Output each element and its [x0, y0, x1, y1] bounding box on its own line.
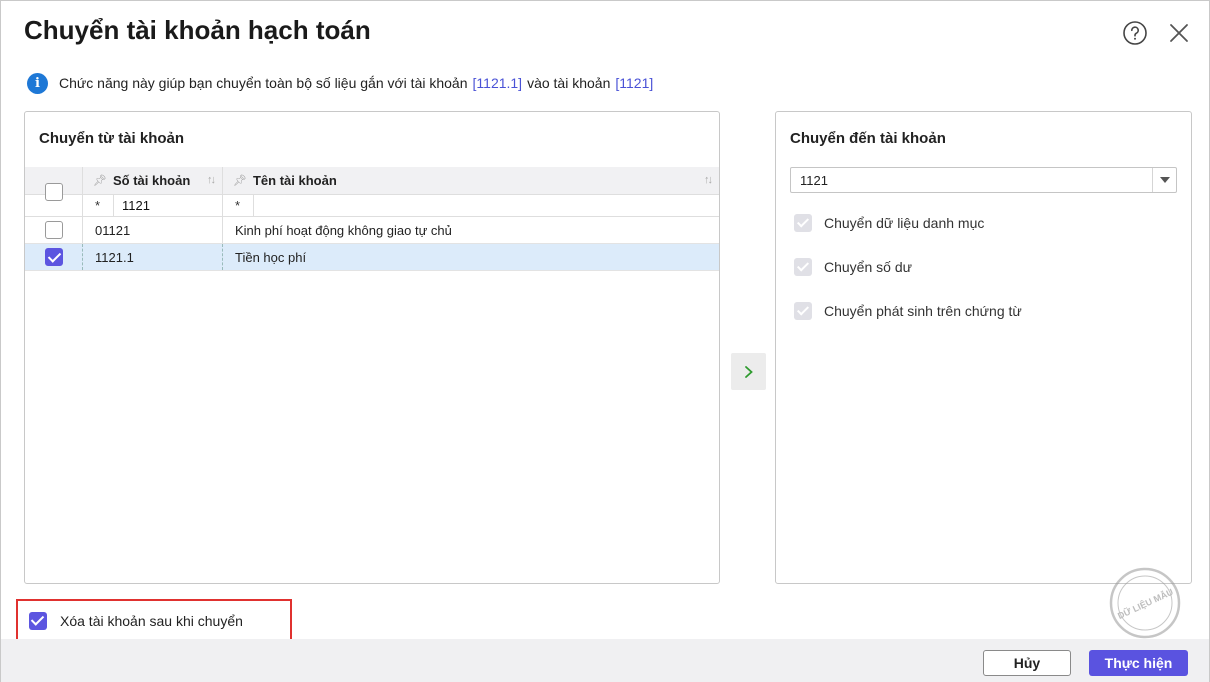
cancel-button[interactable]: Hủy: [983, 650, 1071, 676]
option-transfer-vouchers: Chuyển phát sinh trên chứng từ: [794, 302, 1022, 320]
target-account-select[interactable]: 1121: [790, 167, 1177, 193]
source-panel-title: Chuyển từ tài khoản: [39, 130, 185, 147]
row-account-number: 1121.1: [83, 244, 223, 270]
column-header-account-number[interactable]: 📌︎ Số tài khoản ↑↓: [83, 167, 223, 194]
sort-icon[interactable]: ↑↓: [207, 174, 216, 186]
filter-number-input[interactable]: 1121: [113, 195, 213, 216]
filter-account-number[interactable]: * 1121: [83, 195, 223, 216]
pin-icon[interactable]: 📌︎: [233, 174, 247, 187]
target-panel-title: Chuyển đến tài khoản: [790, 130, 946, 147]
caret-down-icon[interactable]: [1152, 168, 1176, 192]
filter-operator[interactable]: *: [235, 198, 253, 213]
info-message: i Chức năng này giúp bạn chuyển toàn bộ …: [27, 72, 658, 94]
option-label: Chuyển số dư: [824, 259, 912, 275]
transfer-account-dialog: Chuyển tài khoản hạch toán i Chức năng n…: [0, 0, 1210, 682]
target-account-panel: Chuyển đến tài khoản 1121 Chuyển dữ liệu…: [775, 111, 1192, 584]
row-checkbox-cell: [25, 217, 83, 243]
source-account-panel: Chuyển từ tài khoản 📌︎ Số tài khoản ↑↓ 📌…: [24, 111, 720, 584]
info-text-before: Chức năng này giúp bạn chuyển toàn bộ số…: [59, 75, 468, 91]
target-account-value: 1121: [800, 172, 828, 188]
sample-data-watermark: DỮ LIỆU MẪU: [1109, 567, 1181, 639]
dialog-footer: Hủy Thực hiện: [1, 639, 1209, 682]
row-account-name: Tiền học phí: [235, 249, 307, 265]
watermark-text: DỮ LIỆU MẪU: [1116, 586, 1175, 621]
filter-operator[interactable]: *: [95, 198, 113, 213]
table-row[interactable]: 1121.1 Tiền học phí: [25, 244, 719, 271]
option-checkbox-disabled: [794, 302, 812, 320]
option-transfer-balance: Chuyển số dư: [794, 258, 912, 276]
column-header-account-name[interactable]: 📌︎ Tên tài khoản ↑↓: [223, 167, 719, 194]
filter-row: * 1121 *: [25, 195, 719, 217]
pin-icon[interactable]: 📌︎: [93, 174, 107, 187]
filter-empty-cell: [25, 195, 83, 216]
row-checkbox-cell: [25, 244, 83, 270]
option-label: Chuyển phát sinh trên chứng từ: [824, 303, 1022, 319]
info-text-middle: vào tài khoản: [527, 75, 611, 91]
delete-after-label: Xóa tài khoản sau khi chuyển: [60, 613, 243, 629]
filter-name-input[interactable]: [253, 195, 263, 216]
move-right-button[interactable]: [731, 353, 766, 390]
row-account-number: 01121: [83, 217, 223, 243]
delete-after-checkbox[interactable]: [29, 612, 47, 630]
chevron-right-icon: [744, 365, 753, 378]
from-account-link[interactable]: [1121.1]: [473, 75, 523, 91]
select-all-cell: [25, 167, 83, 201]
execute-button[interactable]: Thực hiện: [1089, 650, 1188, 676]
column-label-name: Tên tài khoản: [252, 173, 337, 188]
dialog-title: Chuyển tài khoản hạch toán: [24, 15, 371, 45]
grid-header: 📌︎ Số tài khoản ↑↓ 📌︎ Tên tài khoản ↑↓: [25, 167, 719, 201]
row-account-name: Kinh phí hoạt động không giao tự chủ: [235, 222, 452, 238]
column-label-number: Số tài khoản: [112, 173, 191, 188]
row-checkbox[interactable]: [45, 248, 63, 266]
sort-icon[interactable]: ↑↓: [704, 174, 713, 186]
account-grid: 📌︎ Số tài khoản ↑↓ 📌︎ Tên tài khoản ↑↓ *…: [25, 167, 719, 271]
option-label: Chuyển dữ liệu danh mục: [824, 215, 985, 231]
filter-account-name[interactable]: *: [223, 195, 719, 216]
delete-after-transfer-option[interactable]: Xóa tài khoản sau khi chuyển: [16, 599, 292, 643]
option-checkbox-disabled: [794, 258, 812, 276]
option-checkbox-disabled: [794, 214, 812, 232]
help-icon[interactable]: [1122, 20, 1148, 46]
close-icon[interactable]: [1166, 20, 1192, 46]
table-row[interactable]: 01121 Kinh phí hoạt động không giao tự c…: [25, 217, 719, 244]
to-account-link[interactable]: [1121]: [615, 75, 653, 91]
option-transfer-catalog: Chuyển dữ liệu danh mục: [794, 214, 984, 232]
row-checkbox[interactable]: [45, 221, 63, 239]
info-icon: i: [27, 72, 48, 94]
